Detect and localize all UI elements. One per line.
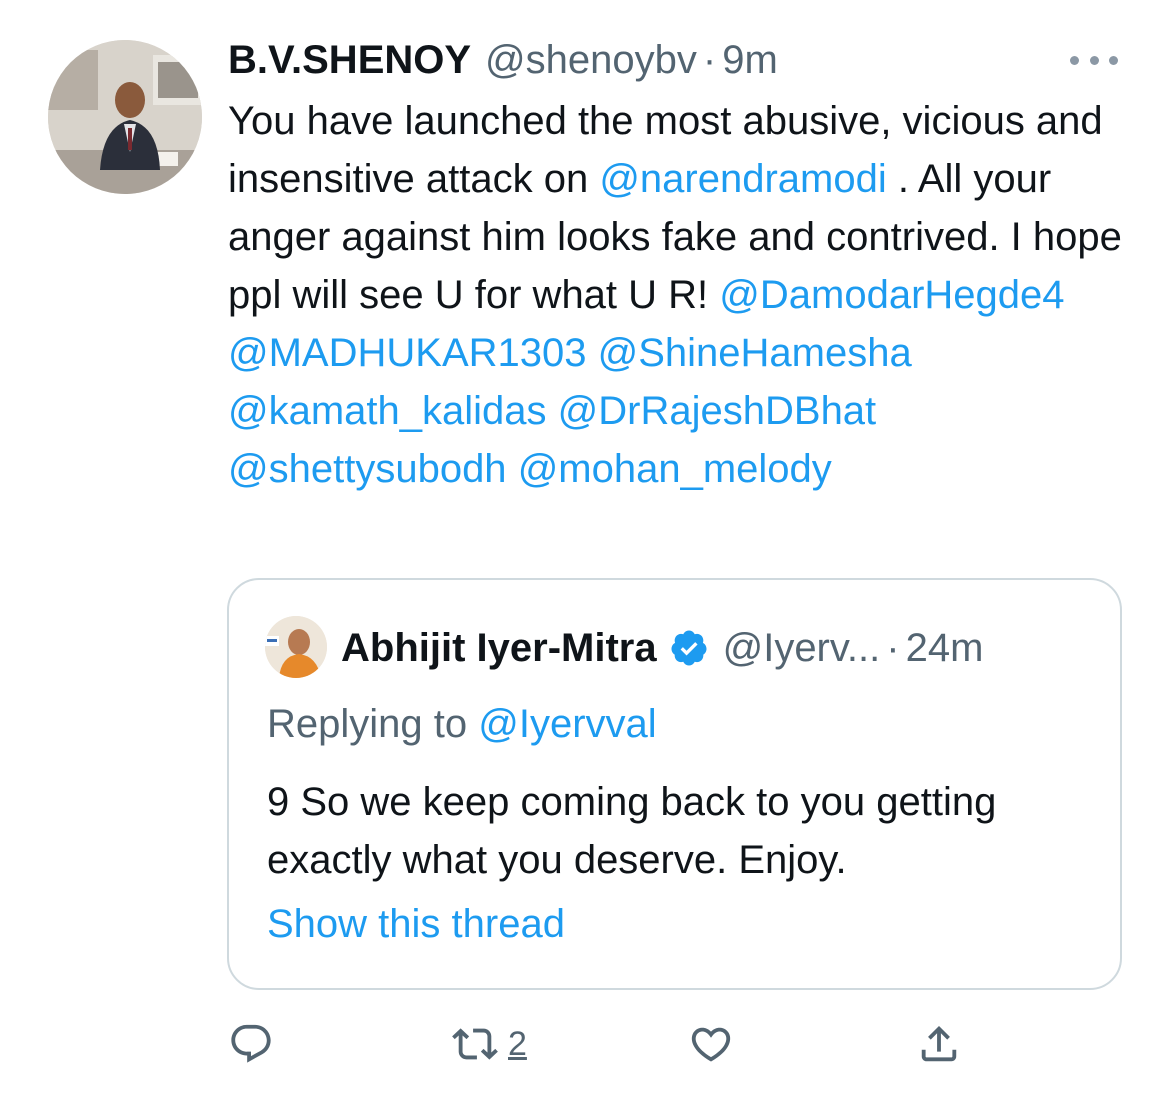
retweet-count[interactable]: 2 bbox=[508, 1025, 527, 1064]
quoted-author-handle[interactable]: @Iyerv... bbox=[723, 626, 881, 671]
author-handle[interactable]: @shenoybv bbox=[485, 38, 697, 83]
quoted-tweet-card[interactable]: Abhijit Iyer-Mitra @Iyerv... · 24m Reply… bbox=[227, 578, 1122, 990]
tweet-text-segment bbox=[912, 331, 923, 375]
verified-badge-icon bbox=[671, 630, 707, 666]
tweet-header: B.V.SHENOY @shenoybv · 9m bbox=[228, 36, 778, 84]
separator-dot: · bbox=[886, 625, 900, 670]
reply-icon bbox=[231, 1024, 271, 1063]
share-icon bbox=[921, 1025, 957, 1062]
tweet-text-segment bbox=[547, 389, 558, 433]
mention-link[interactable]: @mohan_melody bbox=[518, 447, 832, 491]
more-dot bbox=[1109, 55, 1118, 65]
mention-link[interactable]: @DamodarHegde4 bbox=[719, 273, 1064, 317]
more-dot bbox=[1089, 55, 1099, 65]
tweet-timestamp[interactable]: 9m bbox=[722, 38, 778, 83]
replying-to-label: Replying to bbox=[267, 702, 479, 746]
mention-link[interactable]: @MADHUKAR1303 bbox=[228, 331, 587, 375]
quoted-tweet-header: Abhijit Iyer-Mitra @Iyerv... · 24m bbox=[341, 622, 983, 674]
like-button[interactable] bbox=[688, 1012, 734, 1076]
author-avatar[interactable] bbox=[48, 40, 202, 194]
quoted-tweet-timestamp[interactable]: 24m bbox=[906, 626, 984, 671]
quoted-author-name[interactable]: Abhijit Iyer-Mitra bbox=[341, 626, 657, 671]
mention-link[interactable]: @kamath_kalidas bbox=[228, 389, 547, 433]
reply-button[interactable] bbox=[228, 1012, 274, 1076]
mention-link[interactable]: @narendramodi bbox=[599, 157, 886, 201]
replying-to-line: Replying to @Iyervval bbox=[267, 702, 657, 747]
mention-link[interactable]: @DrRajeshDBhat bbox=[558, 389, 877, 433]
quoted-author-avatar[interactable] bbox=[265, 616, 327, 678]
quoted-tweet-text: 9 So we keep coming back to you getting … bbox=[267, 780, 997, 882]
author-name[interactable]: B.V.SHENOY bbox=[228, 38, 471, 83]
separator-dot: · bbox=[702, 37, 717, 82]
quoted-avatar-image bbox=[265, 616, 327, 678]
tweet-text-segment bbox=[876, 389, 887, 433]
author-avatar-image bbox=[48, 40, 202, 194]
tweet-text-segment bbox=[587, 331, 598, 375]
mention-link[interactable]: @ShineHamesha bbox=[598, 331, 912, 375]
retweet-icon bbox=[452, 1028, 498, 1060]
tweet-text-segment bbox=[1065, 273, 1076, 317]
mention-link[interactable]: @shettysubodh bbox=[228, 447, 507, 491]
share-button[interactable] bbox=[916, 1012, 962, 1076]
more-options-icon[interactable] bbox=[1070, 50, 1118, 70]
tweet-action-bar: 2 bbox=[228, 1012, 988, 1076]
tweet-text: You have launched the most abusive, vici… bbox=[228, 92, 1128, 498]
like-icon bbox=[691, 1027, 731, 1062]
more-dot bbox=[1070, 55, 1079, 65]
retweet-button[interactable]: 2 bbox=[452, 1012, 527, 1076]
replying-to-handle[interactable]: @Iyervval bbox=[478, 702, 656, 746]
tweet-text-segment bbox=[507, 447, 518, 491]
show-thread-link[interactable]: Show this thread bbox=[267, 902, 565, 947]
